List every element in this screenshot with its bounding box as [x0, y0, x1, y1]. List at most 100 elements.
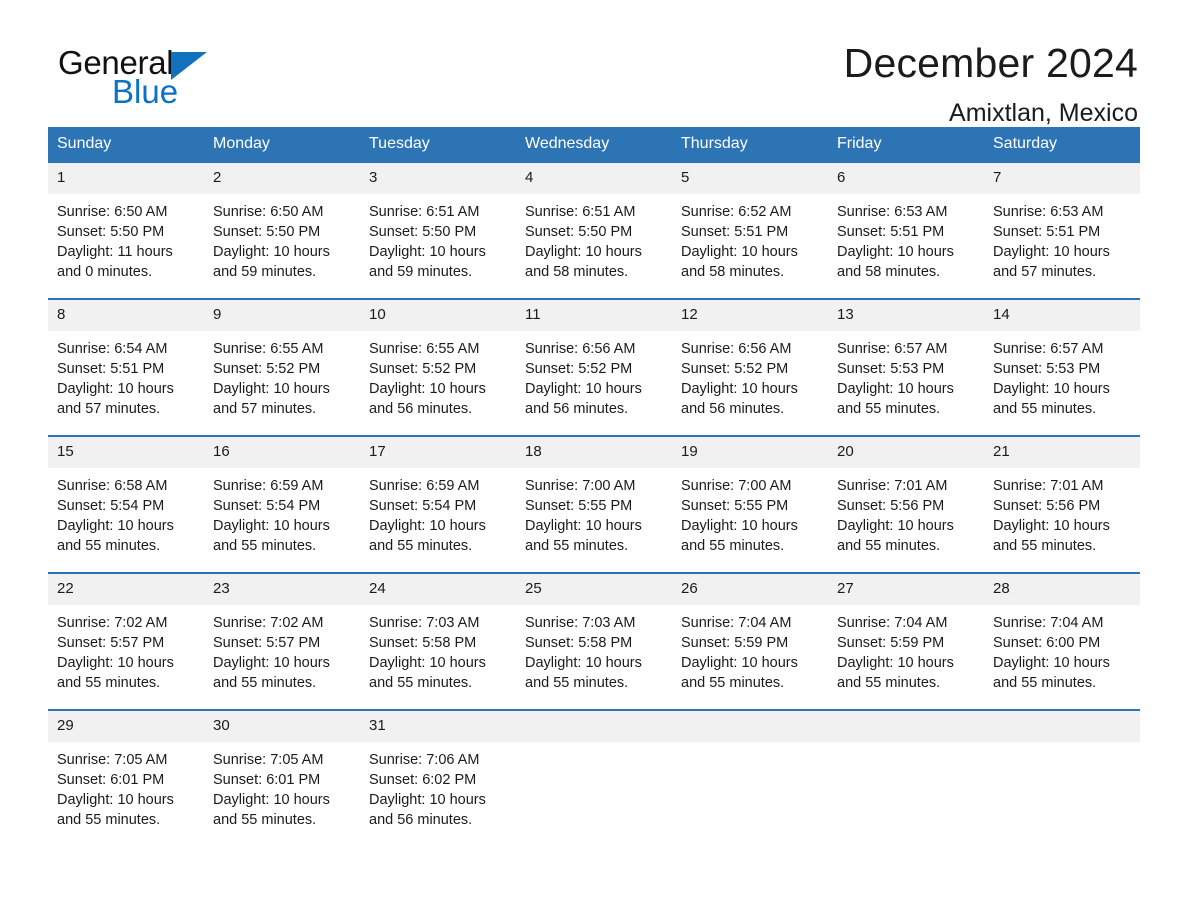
day-number: 19 [672, 437, 828, 468]
day-cell[interactable]: 5 Sunrise: 6:52 AM Sunset: 5:51 PM Dayli… [672, 161, 828, 299]
day-cell[interactable]: 16 Sunrise: 6:59 AM Sunset: 5:54 PM Dayl… [204, 435, 360, 573]
weekday-header-sunday: Sunday [48, 127, 204, 162]
day-details: Sunrise: 7:02 AM Sunset: 5:57 PM Dayligh… [204, 605, 360, 709]
sunset-text: Sunset: 5:50 PM [525, 224, 633, 240]
day-cell[interactable]: 29 Sunrise: 7:05 AM Sunset: 6:01 PM Dayl… [48, 709, 204, 846]
day-cell[interactable]: 21 Sunrise: 7:01 AM Sunset: 5:56 PM Dayl… [984, 435, 1140, 573]
day-number: 11 [516, 300, 672, 331]
day-cell[interactable]: 20 Sunrise: 7:01 AM Sunset: 5:56 PM Dayl… [828, 435, 984, 573]
day-cell[interactable]: 13 Sunrise: 6:57 AM Sunset: 5:53 PM Dayl… [828, 298, 984, 436]
day-details: Sunrise: 6:55 AM Sunset: 5:52 PM Dayligh… [360, 331, 516, 435]
day-number: 26 [672, 574, 828, 605]
daylight-text: Daylight: 10 hours and 56 minutes. [525, 381, 642, 417]
day-cell[interactable]: 19 Sunrise: 7:00 AM Sunset: 5:55 PM Dayl… [672, 435, 828, 573]
day-details: Sunrise: 6:52 AM Sunset: 5:51 PM Dayligh… [672, 194, 828, 298]
day-cell[interactable]: 24 Sunrise: 7:03 AM Sunset: 5:58 PM Dayl… [360, 572, 516, 710]
day-details: Sunrise: 7:04 AM Sunset: 5:59 PM Dayligh… [828, 605, 984, 709]
day-number: 1 [48, 163, 204, 194]
day-cell[interactable]: 2 Sunrise: 6:50 AM Sunset: 5:50 PM Dayli… [204, 161, 360, 299]
sunrise-text: Sunrise: 6:56 AM [525, 341, 636, 357]
day-details: Sunrise: 6:58 AM Sunset: 5:54 PM Dayligh… [48, 468, 204, 572]
calendar-week-row: 1 Sunrise: 6:50 AM Sunset: 5:50 PM Dayli… [48, 161, 1140, 299]
day-details: Sunrise: 7:00 AM Sunset: 5:55 PM Dayligh… [516, 468, 672, 572]
day-cell[interactable]: 6 Sunrise: 6:53 AM Sunset: 5:51 PM Dayli… [828, 161, 984, 299]
day-cell[interactable]: 4 Sunrise: 6:51 AM Sunset: 5:50 PM Dayli… [516, 161, 672, 299]
weekday-header-tuesday: Tuesday [360, 127, 516, 162]
brand-logo[interactable]: General Blue [58, 46, 378, 120]
sunrise-text: Sunrise: 7:06 AM [369, 752, 480, 768]
day-cell[interactable]: 11 Sunrise: 6:56 AM Sunset: 5:52 PM Dayl… [516, 298, 672, 436]
daylight-text: Daylight: 10 hours and 55 minutes. [369, 655, 486, 691]
day-cell[interactable]: 3 Sunrise: 6:51 AM Sunset: 5:50 PM Dayli… [360, 161, 516, 299]
day-details [984, 742, 1140, 846]
daylight-text: Daylight: 10 hours and 55 minutes. [525, 655, 642, 691]
sunrise-text: Sunrise: 6:51 AM [525, 204, 636, 220]
sunrise-text: Sunrise: 6:52 AM [681, 204, 792, 220]
daylight-text: Daylight: 10 hours and 55 minutes. [681, 518, 798, 554]
day-cell[interactable]: 22 Sunrise: 7:02 AM Sunset: 5:57 PM Dayl… [48, 572, 204, 710]
day-details: Sunrise: 7:05 AM Sunset: 6:01 PM Dayligh… [204, 742, 360, 846]
day-cell[interactable]: 9 Sunrise: 6:55 AM Sunset: 5:52 PM Dayli… [204, 298, 360, 436]
day-details: Sunrise: 6:51 AM Sunset: 5:50 PM Dayligh… [516, 194, 672, 298]
day-number: 25 [516, 574, 672, 605]
day-details: Sunrise: 6:59 AM Sunset: 5:54 PM Dayligh… [360, 468, 516, 572]
sunset-text: Sunset: 5:52 PM [369, 361, 477, 377]
sunset-text: Sunset: 5:52 PM [525, 361, 633, 377]
day-cell[interactable]: 10 Sunrise: 6:55 AM Sunset: 5:52 PM Dayl… [360, 298, 516, 436]
sunset-text: Sunset: 6:00 PM [993, 635, 1101, 651]
sunrise-sunset-calendar: Sunday Monday Tuesday Wednesday Thursday… [48, 127, 1140, 846]
day-cell[interactable]: 7 Sunrise: 6:53 AM Sunset: 5:51 PM Dayli… [984, 161, 1140, 299]
day-number: 23 [204, 574, 360, 605]
day-cell[interactable]: 17 Sunrise: 6:59 AM Sunset: 5:54 PM Dayl… [360, 435, 516, 573]
day-cell[interactable]: 31 Sunrise: 7:06 AM Sunset: 6:02 PM Dayl… [360, 709, 516, 846]
daylight-text: Daylight: 10 hours and 55 minutes. [57, 655, 174, 691]
day-cell[interactable]: 28 Sunrise: 7:04 AM Sunset: 6:00 PM Dayl… [984, 572, 1140, 710]
day-details: Sunrise: 7:03 AM Sunset: 5:58 PM Dayligh… [360, 605, 516, 709]
day-cell-empty [984, 709, 1140, 846]
day-number: 4 [516, 163, 672, 194]
calendar-page: General Blue December 2024 Amixtlan, Mex… [0, 0, 1188, 918]
sunrise-text: Sunrise: 7:01 AM [993, 478, 1104, 494]
sunset-text: Sunset: 5:55 PM [525, 498, 633, 514]
day-details: Sunrise: 6:57 AM Sunset: 5:53 PM Dayligh… [828, 331, 984, 435]
day-details: Sunrise: 6:55 AM Sunset: 5:52 PM Dayligh… [204, 331, 360, 435]
day-number: 21 [984, 437, 1140, 468]
day-cell[interactable]: 14 Sunrise: 6:57 AM Sunset: 5:53 PM Dayl… [984, 298, 1140, 436]
daylight-text: Daylight: 10 hours and 55 minutes. [369, 518, 486, 554]
sunset-text: Sunset: 5:50 PM [57, 224, 165, 240]
daylight-text: Daylight: 10 hours and 55 minutes. [993, 381, 1110, 417]
daylight-text: Daylight: 10 hours and 55 minutes. [837, 518, 954, 554]
day-number: 7 [984, 163, 1140, 194]
day-details [516, 742, 672, 846]
day-details [672, 742, 828, 846]
sunrise-text: Sunrise: 7:03 AM [525, 615, 636, 631]
sunrise-text: Sunrise: 6:56 AM [681, 341, 792, 357]
day-cell[interactable]: 12 Sunrise: 6:56 AM Sunset: 5:52 PM Dayl… [672, 298, 828, 436]
day-details: Sunrise: 6:54 AM Sunset: 5:51 PM Dayligh… [48, 331, 204, 435]
sunset-text: Sunset: 5:54 PM [57, 498, 165, 514]
day-cell[interactable]: 8 Sunrise: 6:54 AM Sunset: 5:51 PM Dayli… [48, 298, 204, 436]
daylight-text: Daylight: 10 hours and 55 minutes. [57, 792, 174, 828]
day-cell[interactable]: 23 Sunrise: 7:02 AM Sunset: 5:57 PM Dayl… [204, 572, 360, 710]
sunset-text: Sunset: 5:50 PM [213, 224, 321, 240]
daylight-text: Daylight: 10 hours and 55 minutes. [213, 792, 330, 828]
weekday-header-wednesday: Wednesday [516, 127, 672, 162]
sunrise-text: Sunrise: 6:51 AM [369, 204, 480, 220]
day-number: 2 [204, 163, 360, 194]
day-cell[interactable]: 26 Sunrise: 7:04 AM Sunset: 5:59 PM Dayl… [672, 572, 828, 710]
day-cell[interactable]: 27 Sunrise: 7:04 AM Sunset: 5:59 PM Dayl… [828, 572, 984, 710]
sunset-text: Sunset: 5:54 PM [369, 498, 477, 514]
weekday-header-friday: Friday [828, 127, 984, 162]
daylight-text: Daylight: 10 hours and 55 minutes. [993, 655, 1110, 691]
sunset-text: Sunset: 5:55 PM [681, 498, 789, 514]
sunrise-text: Sunrise: 6:57 AM [837, 341, 948, 357]
daylight-text: Daylight: 10 hours and 55 minutes. [213, 655, 330, 691]
sunset-text: Sunset: 5:57 PM [213, 635, 321, 651]
day-cell[interactable]: 25 Sunrise: 7:03 AM Sunset: 5:58 PM Dayl… [516, 572, 672, 710]
day-cell[interactable]: 18 Sunrise: 7:00 AM Sunset: 5:55 PM Dayl… [516, 435, 672, 573]
day-details: Sunrise: 7:04 AM Sunset: 5:59 PM Dayligh… [672, 605, 828, 709]
day-cell[interactable]: 15 Sunrise: 6:58 AM Sunset: 5:54 PM Dayl… [48, 435, 204, 573]
day-number: 10 [360, 300, 516, 331]
day-cell[interactable]: 30 Sunrise: 7:05 AM Sunset: 6:01 PM Dayl… [204, 709, 360, 846]
day-cell[interactable]: 1 Sunrise: 6:50 AM Sunset: 5:50 PM Dayli… [48, 161, 204, 299]
